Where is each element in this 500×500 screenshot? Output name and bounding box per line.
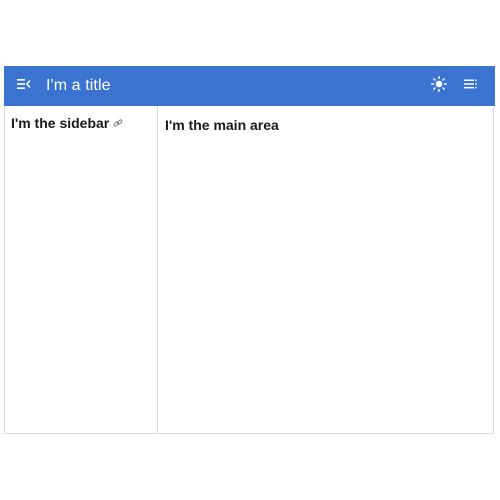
- sidebar-heading: I'm the sidebar: [11, 115, 123, 131]
- sidebar-heading-text: I'm the sidebar: [11, 115, 110, 131]
- sidebar: I'm the sidebar: [5, 106, 158, 433]
- theme-toggle-button[interactable]: [423, 66, 455, 106]
- menu-toggle-button[interactable]: [4, 66, 44, 106]
- menu-collapse-icon: [17, 77, 31, 95]
- link-icon[interactable]: [113, 118, 123, 128]
- sun-icon: [431, 75, 447, 97]
- content-row: I'm the sidebar I'm the main area: [5, 106, 493, 433]
- toc-list-icon: [464, 77, 478, 95]
- main-heading: I'm the main area: [165, 117, 279, 133]
- page-title: I'm a title: [46, 77, 111, 94]
- app-frame: I'm a title I'm the sidebar I'm the main…: [4, 66, 495, 434]
- app-header: I'm a title: [4, 66, 495, 106]
- toc-button[interactable]: [455, 66, 487, 106]
- main-area: I'm the main area: [158, 106, 493, 433]
